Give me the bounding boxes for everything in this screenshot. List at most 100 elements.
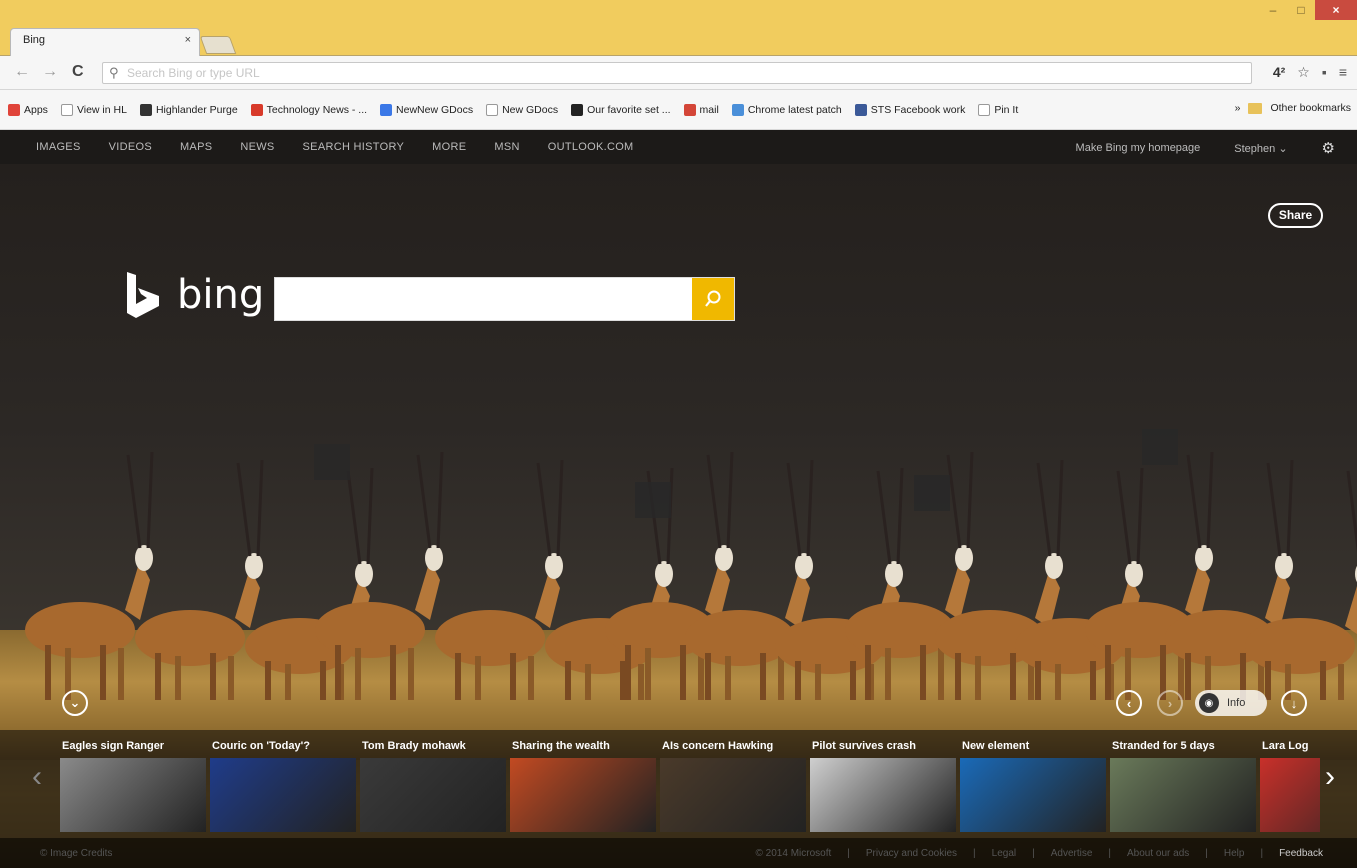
bing-homepage: IMAGES VIDEOS MAPS NEWS SEARCH HISTORY MORE MS… [0,130,1357,868]
news-item[interactable]: AIs concern Hawking [658,730,808,838]
search-button[interactable] [692,278,734,320]
image-hotspot[interactable] [314,444,350,480]
bing-nav-videos[interactable]: VIDEOS [109,141,152,153]
bing-logo: bing [123,270,264,320]
image-hotspot[interactable] [635,482,671,518]
download-icon[interactable]: ↓ [1281,690,1307,716]
footer-separator: | [1108,848,1112,859]
extension-icon[interactable]: ▪ [1322,64,1327,81]
news-item[interactable]: Sharing the wealth [508,730,658,838]
translate-icon[interactable]: 4² [1273,64,1285,81]
bookmark-label: Technology News - ... [266,103,368,116]
minimize-button[interactable]: – [1259,0,1287,20]
news-next-icon[interactable]: › [1325,760,1335,794]
bing-nav-outlook-com[interactable]: OUTLOOK.COM [548,141,634,153]
bookmark-item[interactable]: New GDocs [486,103,558,116]
news-item[interactable]: Lara Log [1258,730,1320,838]
footer-link[interactable]: © 2014 Microsoft [756,848,832,859]
antelope-shape [245,467,374,700]
news-item[interactable]: Eagles sign Ranger [58,730,208,838]
image-hotspot[interactable] [914,475,950,511]
bookmark-label: Pin It [994,103,1019,116]
bookmarks-bar: Apps View in HL Highlander Purge Technology… [0,90,1357,130]
reload-icon[interactable]: C [72,63,84,81]
news-carousel: ‹ Eagles sign Ranger Couric on 'Today'? To… [0,730,1357,838]
feedback-link[interactable]: Feedback [1279,848,1323,859]
gear-icon[interactable]: ⚙ [1322,139,1335,157]
footer-link[interactable]: Legal [992,848,1016,859]
bookmark-item[interactable]: NewNew GDocs [380,103,473,116]
footer-link[interactable]: About our ads [1127,848,1189,859]
news-thumbnail [1110,758,1256,832]
news-item[interactable]: Stranded for 5 days [1108,730,1258,838]
news-item[interactable]: Pilot survives crash [808,730,958,838]
news-thumbnail [660,758,806,832]
facebook-icon [854,103,867,116]
tab-close-icon[interactable]: × [185,34,191,46]
star-icon[interactable]: ☆ [1297,64,1310,81]
window-controls: – □ × [1259,0,1357,22]
news-list: Eagles sign Ranger Couric on 'Today'? Tom … [58,730,1320,838]
info-button[interactable]: ◉ Info [1195,690,1267,716]
share-button[interactable]: Share [1268,203,1323,228]
search-input[interactable] [275,278,693,320]
bing-nav-news[interactable]: NEWS [240,141,274,153]
bookmark-item[interactable]: STS Facebook work [854,103,966,116]
previous-image-icon[interactable]: ‹ [1116,690,1142,716]
bookmark-item[interactable]: mail [683,103,719,116]
user-menu[interactable]: Stephen ⌄ [1234,142,1287,155]
news-item[interactable]: New element [958,730,1108,838]
camera-icon: ◉ [1199,693,1219,713]
footer-separator: | [847,848,850,859]
footer-link[interactable]: Privacy and Cookies [866,848,957,859]
news-item[interactable]: Couric on 'Today'? [208,730,358,838]
search-icon: ⚲ [109,65,119,80]
close-button[interactable]: × [1315,0,1357,20]
apps-grid-icon [8,103,20,116]
bing-logo-text: bing [177,272,265,318]
news-thumbnail [810,758,956,832]
bing-b-icon [127,272,159,318]
address-placeholder: Search Bing or type URL [127,66,260,80]
forward-arrow-icon[interactable]: → [42,63,58,81]
bookmark-label: mail [699,103,719,116]
bookmark-item[interactable]: Pin It [978,103,1019,116]
bookmark-label: STS Facebook work [870,103,966,116]
image-hotspot[interactable] [1142,429,1178,465]
bookmark-label: View in HL [76,103,127,116]
bing-nav-msn[interactable]: MSN [494,141,519,153]
news-thumbnail [60,758,206,832]
bookmark-item[interactable]: Highlander Purge [139,103,238,116]
bookmark-item[interactable]: View in HL [60,103,127,116]
bing-nav-more[interactable]: MORE [432,141,466,153]
bookmarks-overflow-icon[interactable]: » [1235,102,1241,114]
footer-link[interactable]: Advertise [1051,848,1093,859]
other-bookmarks[interactable]: Other bookmarks [1270,102,1351,114]
tab-bing[interactable]: Bing × [10,28,200,56]
tab-title: Bing [23,34,46,46]
menu-icon[interactable]: ≡ [1339,64,1347,81]
toolbar-actions: 4² ☆ ▪ ≡ [1273,64,1347,81]
bookmark-item[interactable]: Apps [8,103,48,116]
back-arrow-icon[interactable]: ← [14,63,30,81]
footer-link[interactable]: Help [1224,848,1245,859]
address-bar[interactable]: ⚲ Search Bing or type URL [102,62,1252,84]
news-prev-icon[interactable]: ‹ [32,760,42,794]
news-title: Eagles sign Ranger [62,740,165,752]
collapse-chevron-icon[interactable]: ⌄ [62,690,88,716]
bing-nav-maps[interactable]: MAPS [180,141,212,153]
make-homepage-link[interactable]: Make Bing my homepage [1076,142,1201,154]
news-item[interactable]: Tom Brady mohawk [358,730,508,838]
circle-logo-icon [250,103,263,116]
new-tab-button[interactable] [199,36,237,54]
bing-nav-images[interactable]: IMAGES [36,141,81,153]
bookmark-item[interactable]: Technology News - ... [250,103,368,116]
bookmark-label: Our favorite set ... [587,103,671,116]
bing-nav-search-history[interactable]: SEARCH HISTORY [303,141,405,153]
bookmark-item[interactable]: Chrome latest patch [731,103,842,116]
maximize-button[interactable]: □ [1287,0,1315,20]
next-image-icon[interactable]: › [1157,690,1183,716]
bookmark-item[interactable]: Our favorite set ... [571,103,671,116]
image-credits-link[interactable]: © Image Credits [40,848,112,859]
info-label: Info [1227,697,1246,709]
